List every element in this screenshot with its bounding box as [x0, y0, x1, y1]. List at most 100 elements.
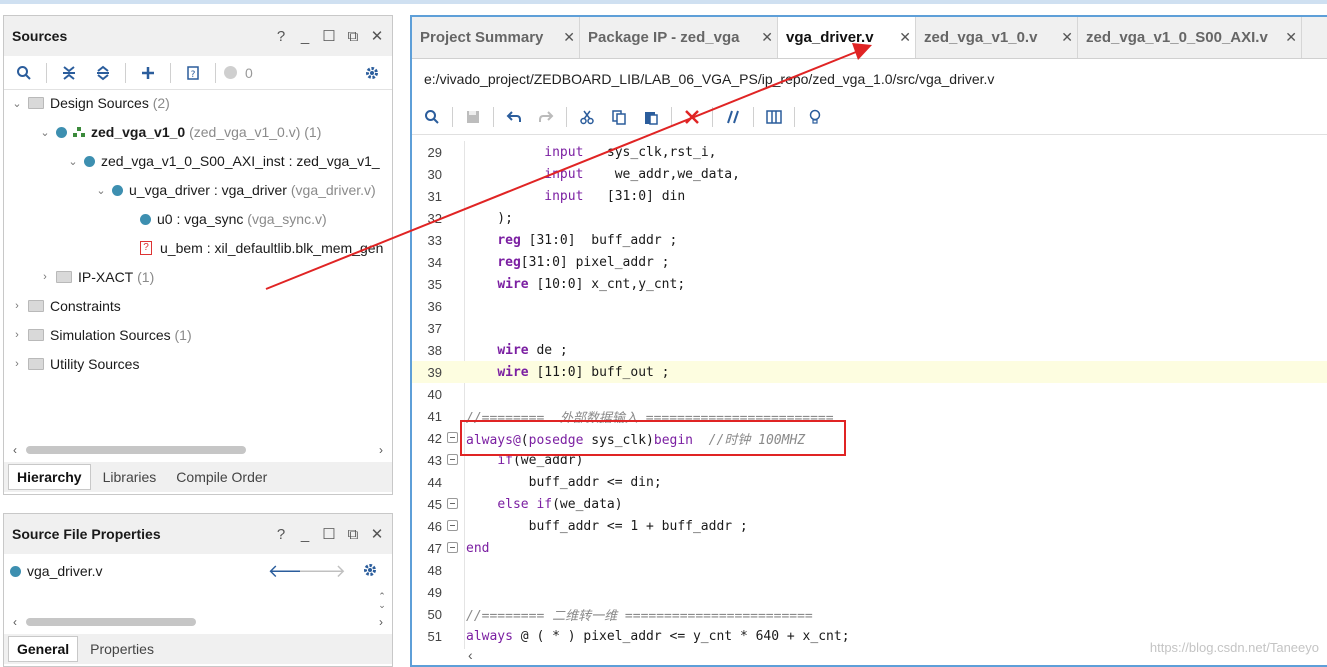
chevron-right-icon[interactable]: › [10, 358, 24, 370]
copy-icon[interactable] [605, 104, 633, 130]
tree-item-u-bem[interactable]: ? u_bem : xil_defaultlib.blk_mem_gen [140, 235, 383, 261]
scroll-right-icon[interactable]: › [374, 615, 388, 629]
search-icon[interactable] [10, 60, 38, 86]
close-tab-icon[interactable]: ✕ [1061, 29, 1073, 46]
code-line[interactable]: 36 [412, 295, 1327, 317]
tab-general[interactable]: General [8, 636, 79, 662]
code-line[interactable]: 49 [412, 581, 1327, 603]
tree-item-zed-vga-top[interactable]: ⌄ zed_vga_v1_0 (zed_vga_v1_0.v) (1) [38, 119, 321, 145]
lightbulb-icon[interactable] [801, 104, 829, 130]
tab-vga-driver[interactable]: vga_driver.v ✕ [778, 17, 916, 58]
chevron-down-icon[interactable]: ⌄ [94, 184, 108, 197]
close-tab-icon[interactable]: ✕ [1285, 29, 1297, 46]
close-tab-icon[interactable]: ✕ [899, 29, 911, 46]
code-line[interactable]: 40 [412, 383, 1327, 405]
help-icon[interactable]: ? [274, 28, 288, 45]
tree-item-utility-sources[interactable]: › Utility Sources [10, 351, 139, 377]
gear-icon[interactable] [362, 562, 378, 581]
tree-item-ipxact[interactable]: › IP-XACT (1) [38, 264, 154, 290]
tab-zed-vga-v1-0[interactable]: zed_vga_v1_0.v ✕ [916, 17, 1078, 58]
restore-icon[interactable]: ☐ [322, 27, 336, 45]
tree-item-u0-vga-sync[interactable]: u0 : vga_sync (vga_sync.v) [140, 206, 327, 232]
close-tab-icon[interactable]: ✕ [761, 29, 773, 46]
code-line[interactable]: 46 buff_addr <= 1 + buff_addr ; [412, 515, 1327, 537]
code-line[interactable]: 33 reg [31:0] buff_addr ; [412, 229, 1327, 251]
scrollbar-thumb[interactable] [26, 446, 246, 454]
close-icon[interactable]: ✕ [370, 27, 384, 45]
tab-package-ip[interactable]: Package IP - zed_vga ✕ [580, 17, 778, 58]
tab-properties[interactable]: Properties [82, 637, 162, 661]
redo-icon[interactable] [532, 104, 560, 130]
code-line[interactable]: 50 //======== 二维转一维 =====================… [412, 603, 1327, 625]
help-icon[interactable]: ? [274, 526, 288, 543]
delete-icon[interactable] [678, 104, 706, 130]
code-line[interactable]: 34 reg[31:0] pixel_addr ; [412, 251, 1327, 273]
fold-toggle-icon[interactable] [447, 454, 458, 465]
folder-icon [56, 271, 72, 283]
float-icon[interactable]: ⧉ [346, 28, 360, 45]
cut-icon[interactable] [573, 104, 601, 130]
comment-toggle-icon[interactable] [719, 104, 747, 130]
fold-toggle-icon[interactable] [447, 498, 458, 509]
vertical-scroll-arrows[interactable]: ⌃ ⌄ [376, 592, 388, 612]
tab-zed-vga-s00-axi[interactable]: zed_vga_v1_0_S00_AXI.v ✕ [1078, 17, 1302, 58]
tree-item-design-sources[interactable]: ⌄ Design Sources (2) [10, 90, 169, 116]
chevron-down-icon[interactable]: ⌄ [10, 97, 24, 110]
code-line[interactable]: 47 end [412, 537, 1327, 559]
tree-item-constraints[interactable]: › Constraints [10, 293, 121, 319]
gear-icon[interactable] [358, 60, 386, 86]
close-tab-icon[interactable]: ✕ [563, 29, 575, 46]
restore-icon[interactable]: ☐ [322, 525, 336, 543]
fold-toggle-icon[interactable] [447, 542, 458, 553]
column-select-icon[interactable] [760, 104, 788, 130]
code-text: end [466, 540, 490, 556]
chevron-right-icon[interactable]: › [10, 329, 24, 341]
scroll-left-icon[interactable]: ‹ [8, 443, 22, 457]
chevron-right-icon[interactable]: › [10, 300, 24, 312]
code-line[interactable]: 38 wire de ; [412, 339, 1327, 361]
tree-item-simulation-sources[interactable]: › Simulation Sources (1) [10, 322, 191, 348]
scroll-right-icon[interactable]: › [374, 443, 388, 457]
undo-icon[interactable] [500, 104, 528, 130]
code-line[interactable]: 45 else if(we_data) [412, 493, 1327, 515]
message-counter[interactable]: 0 [224, 60, 264, 86]
scrollbar-thumb[interactable] [26, 618, 196, 626]
properties-horizontal-scrollbar[interactable]: ‹ › [8, 615, 388, 629]
search-icon[interactable] [418, 104, 446, 130]
code-line[interactable]: 29 input sys_clk,rst_i, [412, 141, 1327, 163]
paste-icon[interactable] [637, 104, 665, 130]
unknown-file-icon[interactable]: ? [179, 60, 207, 86]
collapse-all-icon[interactable] [55, 60, 83, 86]
sources-horizontal-scrollbar[interactable]: ‹ › [8, 443, 388, 457]
fold-toggle-icon[interactable] [447, 520, 458, 531]
code-line[interactable]: 30 input we_addr,we_data, [412, 163, 1327, 185]
minimize-icon[interactable]: _ [298, 526, 312, 543]
code-line[interactable]: 32 ); [412, 207, 1327, 229]
code-line[interactable]: 44 buff_addr <= din; [412, 471, 1327, 493]
scroll-left-icon[interactable]: ‹ [8, 615, 22, 629]
save-icon[interactable] [459, 104, 487, 130]
float-icon[interactable]: ⧉ [346, 526, 360, 543]
forward-arrow-icon[interactable]: 🡒 [298, 561, 346, 582]
tab-project-summary[interactable]: Project Summary ✕ [412, 17, 580, 58]
scroll-left-icon[interactable]: ‹ [468, 647, 473, 663]
chevron-down-icon[interactable]: ⌄ [66, 155, 80, 168]
tab-libraries[interactable]: Libraries [95, 465, 165, 489]
fold-toggle-icon[interactable] [447, 432, 458, 443]
expand-all-icon[interactable] [89, 60, 117, 86]
code-line[interactable]: 31 input [31:0] din [412, 185, 1327, 207]
tab-hierarchy[interactable]: Hierarchy [8, 464, 91, 490]
code-line[interactable]: 35 wire [10:0] x_cnt,y_cnt; [412, 273, 1327, 295]
chevron-down-icon[interactable]: ⌄ [38, 126, 52, 139]
code-line[interactable]: 37 [412, 317, 1327, 339]
add-icon[interactable] [134, 60, 162, 86]
code-area[interactable]: 29 input sys_clk,rst_i, 30 input we_addr,… [412, 141, 1327, 649]
chevron-right-icon[interactable]: › [38, 271, 52, 283]
close-icon[interactable]: ✕ [370, 525, 384, 543]
minimize-icon[interactable]: _ [298, 28, 312, 45]
tree-item-s00-axi-inst[interactable]: ⌄ zed_vga_v1_0_S00_AXI_inst : zed_vga_v1… [66, 148, 379, 174]
tree-item-u-vga-driver[interactable]: ⌄ u_vga_driver : vga_driver (vga_driver.… [94, 177, 375, 203]
code-line[interactable]: 48 [412, 559, 1327, 581]
tab-compile-order[interactable]: Compile Order [168, 465, 275, 489]
code-line[interactable]: 39 wire [11:0] buff_out ; [412, 361, 1327, 383]
